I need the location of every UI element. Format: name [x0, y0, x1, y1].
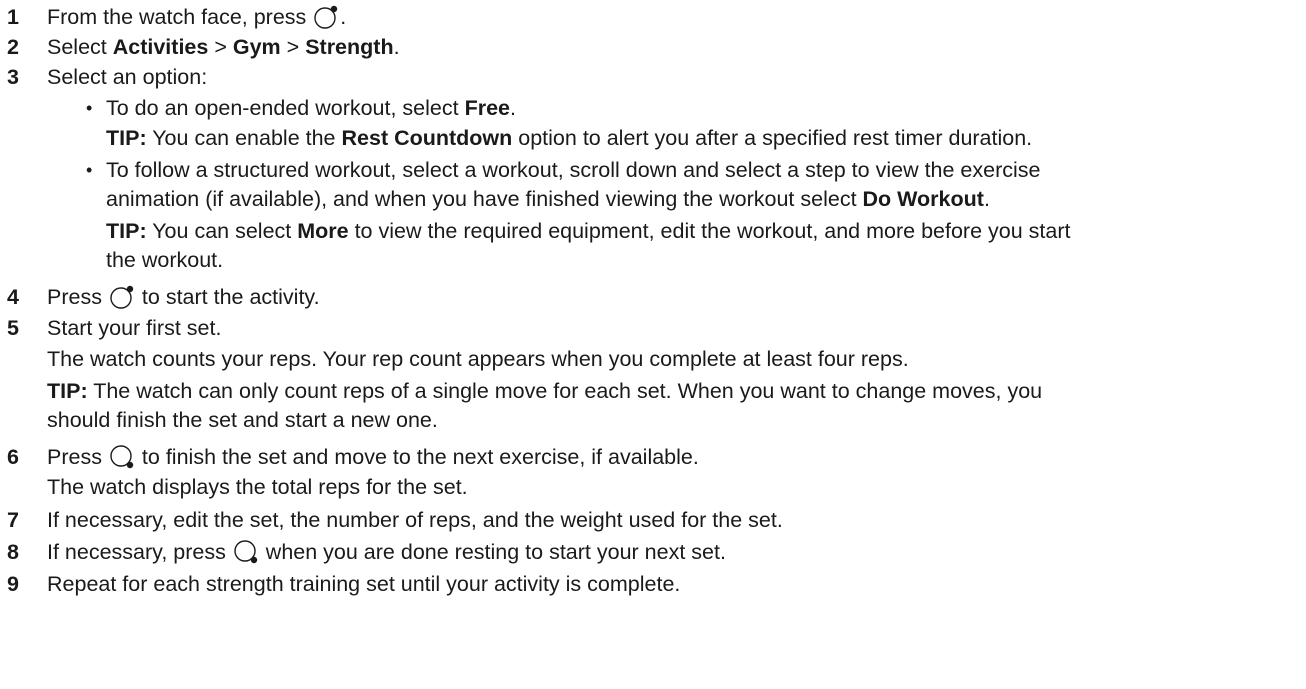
step-number: 5 — [7, 316, 19, 340]
watch-back-lap-button-icon — [233, 539, 259, 565]
menu-path-activities: Activities — [112, 35, 209, 59]
watch-back-lap-button-icon — [109, 444, 135, 470]
watch-start-stop-button-icon — [109, 284, 135, 310]
bullet: • — [86, 98, 93, 118]
tip-more-line1: TIP: You can select More to view the req… — [106, 219, 1071, 243]
menu-path-strength: Strength — [305, 35, 394, 59]
menu-path-gym: Gym — [232, 35, 281, 59]
step-number: 2 — [7, 35, 19, 59]
step-text: Start your first set. — [47, 316, 222, 340]
tip-line1: TIP: The watch can only count reps of a … — [47, 379, 1043, 403]
step-number: 9 — [7, 572, 19, 596]
bullet: • — [86, 160, 93, 180]
step-detail: The watch displays the total reps for th… — [47, 475, 468, 499]
option-structured-line2: animation (if available), and when you h… — [106, 187, 990, 211]
step-text: Repeat for each strength training set un… — [47, 572, 681, 596]
step-text: Select an option: — [47, 65, 208, 89]
step-number: 4 — [7, 285, 19, 309]
step-number: 3 — [7, 65, 19, 89]
tip-rest-countdown: TIP: You can enable the Rest Countdown o… — [106, 126, 1033, 150]
tip-line2: should finish the set and start a new on… — [47, 408, 438, 432]
step-text: If necessary, press when you are done re… — [47, 539, 726, 565]
step-number: 8 — [7, 540, 19, 564]
step-text: Select Activities > Gym > Strength. — [47, 35, 400, 59]
step-text: From the watch face, press . — [47, 4, 347, 30]
option-free: To do an open-ended workout, select Free… — [106, 96, 516, 120]
step-number: 6 — [7, 445, 19, 469]
step-text: Press to finish the set and move to the … — [47, 444, 699, 470]
tip-more-line2: the workout. — [106, 248, 224, 272]
step-text: Press to start the activity. — [47, 284, 320, 310]
instruction-document: 1 From the watch face, press . 2 Select … — [0, 0, 1306, 689]
option-structured-line1: To follow a structured workout, select a… — [106, 158, 1041, 182]
watch-start-stop-button-icon — [313, 4, 339, 30]
step-detail: The watch counts your reps. Your rep cou… — [47, 347, 909, 371]
step-text: If necessary, edit the set, the number o… — [47, 508, 783, 532]
step-number: 7 — [7, 508, 19, 532]
step-number: 1 — [7, 5, 19, 29]
